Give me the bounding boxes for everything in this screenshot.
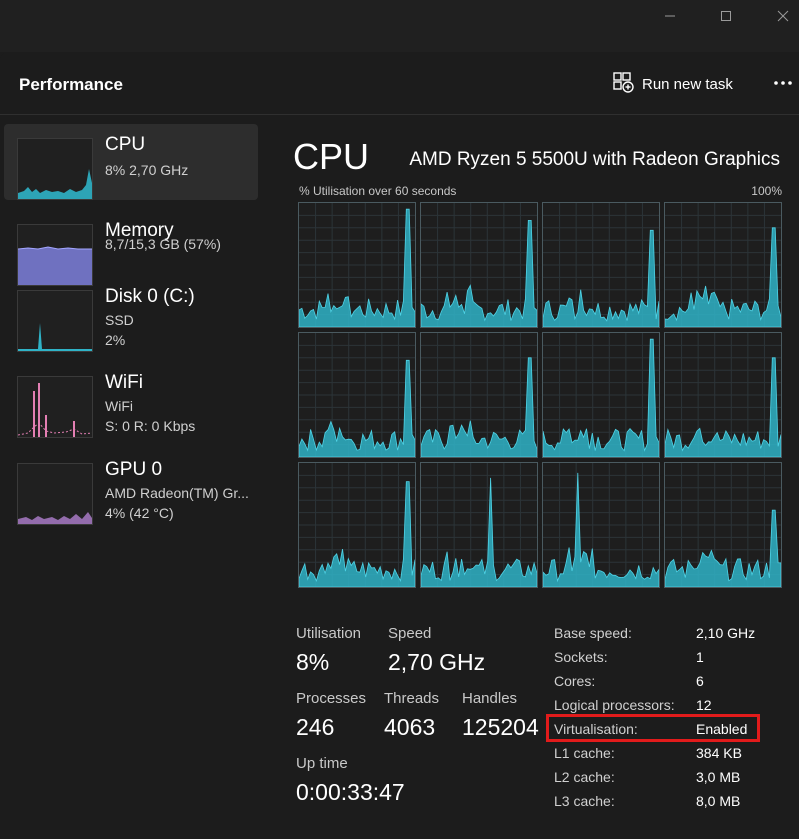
core-graph	[664, 462, 782, 588]
spec-value: 3,0 MB	[696, 769, 741, 785]
uptime-value: 0:00:33:47	[296, 779, 405, 805]
spec-label: Cores:	[554, 673, 596, 689]
core-graph	[420, 462, 538, 588]
sidebar-item-sub: 2%	[105, 332, 126, 348]
cpu-heading: CPU	[293, 136, 370, 177]
threads-label: Threads	[384, 690, 440, 707]
processes-label: Processes	[296, 690, 367, 707]
page-title: Performance	[19, 75, 123, 94]
spec-label: Logical processors:	[554, 697, 675, 713]
gpu-thumbnail-graph	[17, 463, 93, 525]
core-graph	[420, 332, 538, 458]
spec-value: 384 KB	[696, 745, 742, 761]
spec-value: 2,10 GHz	[696, 625, 756, 641]
core-graph	[542, 462, 660, 588]
sidebar-item-name: Disk 0 (C:)	[105, 286, 195, 307]
speed-label: Speed	[388, 625, 432, 642]
minimize-icon[interactable]	[655, 6, 685, 26]
spec-value: 6	[696, 673, 704, 689]
sidebar-item-wifi[interactable]: WiFi WiFi S: 0 R: 0 Kbps	[4, 362, 258, 438]
cpu-model-name: AMD Ryzen 5 5500U with Radeon Graphics	[409, 149, 780, 170]
wifi-thumbnail-graph	[17, 376, 93, 438]
spec-label: L3 cache:	[554, 793, 615, 809]
core-graph	[420, 202, 538, 328]
uptime-label: Up time	[296, 755, 348, 772]
utilisation-graph-caption: % Utilisation over 60 seconds	[299, 184, 457, 198]
sidebar-item-memory[interactable]: Memory 8,7/15,3 GB (57%)	[4, 210, 258, 286]
utilisation-value: 8%	[296, 649, 330, 675]
core-graph	[298, 202, 416, 328]
sidebar-item-sub: SSD	[105, 312, 134, 328]
speed-value: 2,70 GHz	[388, 649, 486, 675]
core-graph	[664, 332, 782, 458]
processes-value: 246	[296, 714, 335, 740]
threads-value: 4063	[384, 714, 436, 740]
sidebar-item-name: WiFi	[105, 372, 143, 393]
core-graph	[664, 202, 782, 328]
spec-value: 12	[696, 697, 712, 713]
utilisation-label: Utilisation	[296, 625, 362, 642]
sidebar-item-name: GPU 0	[105, 459, 163, 480]
sidebar-item-sub: 8,7/15,3 GB (57%)	[105, 236, 221, 252]
sidebar-item-sub: AMD Radeon(TM) Gr...	[105, 485, 249, 501]
spec-value: 1	[696, 649, 704, 665]
core-graph	[298, 462, 416, 588]
run-new-task-button[interactable]: Run new task	[612, 71, 733, 97]
run-task-icon	[612, 71, 634, 97]
spec-label: Sockets:	[554, 649, 608, 665]
sidebar-item-sub: 8% 2,70 GHz	[105, 162, 189, 178]
handles-value: 125204	[462, 714, 539, 740]
sidebar-item-name: CPU	[105, 134, 146, 155]
sidebar-item-disk[interactable]: Disk 0 (C:) SSD 2%	[4, 276, 258, 352]
graph-max-label: 100%	[751, 184, 782, 198]
sidebar-item-sub: WiFi	[105, 398, 133, 414]
maximize-icon[interactable]	[711, 6, 741, 26]
sidebar-item-sub: S: 0 R: 0 Kbps	[105, 418, 196, 434]
cpu-thumbnail-graph	[17, 138, 93, 200]
core-graph	[542, 202, 660, 328]
close-icon[interactable]	[768, 6, 798, 26]
virtualisation-highlight-box	[546, 714, 760, 742]
spec-label: L1 cache:	[554, 745, 615, 761]
handles-label: Handles	[462, 690, 518, 707]
spec-label: L2 cache:	[554, 769, 615, 785]
sidebar-item-cpu[interactable]: CPU 8% 2,70 GHz	[4, 124, 258, 200]
more-icon[interactable]	[770, 72, 796, 94]
disk-thumbnail-graph	[17, 290, 93, 352]
sidebar-item-sub: 4% (42 °C)	[105, 505, 174, 521]
core-graph	[298, 332, 416, 458]
spec-label: Base speed:	[554, 625, 632, 641]
run-task-label: Run new task	[642, 75, 733, 93]
core-graph	[542, 332, 660, 458]
sidebar-item-gpu[interactable]: GPU 0 AMD Radeon(TM) Gr... 4% (42 °C)	[4, 449, 258, 525]
spec-value: 8,0 MB	[696, 793, 741, 809]
